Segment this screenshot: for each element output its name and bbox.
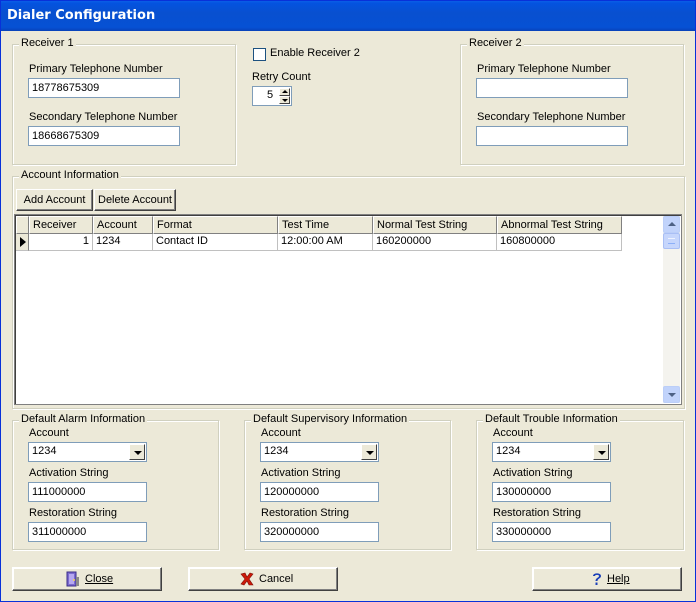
column-header-format[interactable]: Format <box>153 216 278 234</box>
dialer-configuration-window: Dialer Configuration Receiver 1 Primary … <box>0 0 696 602</box>
supervisory-account-combo[interactable]: 1234 <box>260 442 379 462</box>
red-x-icon <box>240 572 254 586</box>
cell-receiver[interactable]: 1 <box>29 234 93 251</box>
accounts-grid[interactable]: Receiver Account Format Test Time Normal… <box>14 214 682 405</box>
scroll-up-button[interactable] <box>663 216 680 233</box>
window-title: Dialer Configuration <box>7 8 156 23</box>
spin-down-icon <box>282 99 288 102</box>
close-button[interactable]: Close <box>12 567 162 591</box>
trouble-restoration-label: Restoration String <box>493 507 582 519</box>
close-button-label: Close <box>85 573 114 585</box>
receiver1-title: Receiver 1 <box>19 37 76 49</box>
receiver1-primary-label: Primary Telephone Number <box>29 63 163 75</box>
trouble-activation-label: Activation String <box>493 467 573 479</box>
chevron-down-icon[interactable] <box>129 444 145 460</box>
column-header-abnormal-test-string[interactable]: Abnormal Test String <box>497 216 622 234</box>
scroll-up-icon <box>668 222 676 226</box>
cell-account[interactable]: 1234 <box>93 234 153 251</box>
receiver2-secondary-input[interactable] <box>476 126 628 146</box>
receiver2-secondary-label: Secondary Telephone Number <box>477 111 626 123</box>
supervisory-activation-input[interactable] <box>260 482 379 502</box>
alarm-account-combo[interactable]: 1234 <box>28 442 147 462</box>
current-row-icon <box>20 237 26 247</box>
retry-count-spinner[interactable]: 5 <box>252 86 292 106</box>
chevron-down-icon[interactable] <box>593 444 609 460</box>
receiver1-primary-input[interactable] <box>28 78 180 98</box>
supervisory-account-label: Account <box>261 427 301 439</box>
supervisory-activation-label: Activation String <box>261 467 341 479</box>
column-header-normal-test-string[interactable]: Normal Test String <box>373 216 497 234</box>
trouble-title: Default Trouble Information <box>483 413 620 425</box>
cell-abnormal-test-string[interactable]: 160800000 <box>497 234 622 251</box>
spin-down-button[interactable] <box>279 96 290 104</box>
help-button[interactable]: Help <box>532 567 682 591</box>
cell-normal-test-string[interactable]: 160200000 <box>373 234 497 251</box>
spin-up-button[interactable] <box>279 88 290 96</box>
grid-vertical-scrollbar[interactable] <box>663 216 680 403</box>
trouble-account-combo[interactable]: 1234 <box>492 442 611 462</box>
alarm-activation-label: Activation String <box>29 467 109 479</box>
alarm-title: Default Alarm Information <box>19 413 148 425</box>
enable-receiver2-label: Enable Receiver 2 <box>270 47 360 59</box>
account-information-title: Account Information <box>19 169 121 181</box>
cell-format[interactable]: Contact ID <box>153 234 278 251</box>
enable-receiver2-checkbox[interactable] <box>253 48 266 61</box>
delete-account-button[interactable]: Delete Account <box>94 189 176 211</box>
alarm-account-label: Account <box>29 427 69 439</box>
grid-corner <box>16 216 29 234</box>
help-button-label: Help <box>607 573 630 585</box>
trouble-activation-input[interactable] <box>492 482 611 502</box>
supervisory-restoration-label: Restoration String <box>261 507 350 519</box>
retry-count-value: 5 <box>267 89 274 101</box>
alarm-activation-input[interactable] <box>28 482 147 502</box>
row-selector[interactable] <box>16 234 29 251</box>
retry-count-label: Retry Count <box>252 71 311 83</box>
title-bar[interactable]: Dialer Configuration <box>1 1 695 31</box>
cell-test-time[interactable]: 12:00:00 AM <box>278 234 373 251</box>
receiver2-primary-input[interactable] <box>476 78 628 98</box>
trouble-account-label: Account <box>493 427 533 439</box>
column-header-account[interactable]: Account <box>93 216 153 234</box>
chevron-down-icon[interactable] <box>361 444 377 460</box>
cancel-button-label: Cancel <box>259 573 294 585</box>
receiver2-primary-label: Primary Telephone Number <box>477 63 611 75</box>
column-header-test-time[interactable]: Test Time <box>278 216 373 234</box>
question-mark-icon <box>593 573 601 585</box>
supervisory-title: Default Supervisory Information <box>251 413 410 425</box>
supervisory-restoration-input[interactable] <box>260 522 379 542</box>
cancel-button[interactable]: Cancel <box>188 567 338 591</box>
column-header-receiver[interactable]: Receiver <box>29 216 93 234</box>
trouble-account-value: 1234 <box>496 445 521 457</box>
alarm-account-value: 1234 <box>32 445 57 457</box>
spin-up-icon <box>282 90 288 93</box>
alarm-restoration-label: Restoration String <box>29 507 118 519</box>
scroll-thumb[interactable] <box>663 233 680 249</box>
door-icon <box>66 571 79 587</box>
alarm-restoration-input[interactable] <box>28 522 147 542</box>
supervisory-account-value: 1234 <box>264 445 289 457</box>
receiver1-secondary-input[interactable] <box>28 126 180 146</box>
receiver1-secondary-label: Secondary Telephone Number <box>29 111 178 123</box>
trouble-restoration-input[interactable] <box>492 522 611 542</box>
scroll-down-button[interactable] <box>663 386 680 403</box>
thumb-grip-icon <box>668 238 675 244</box>
receiver2-title: Receiver 2 <box>467 37 524 49</box>
add-account-button[interactable]: Add Account <box>16 189 93 211</box>
scroll-down-icon <box>668 393 676 397</box>
